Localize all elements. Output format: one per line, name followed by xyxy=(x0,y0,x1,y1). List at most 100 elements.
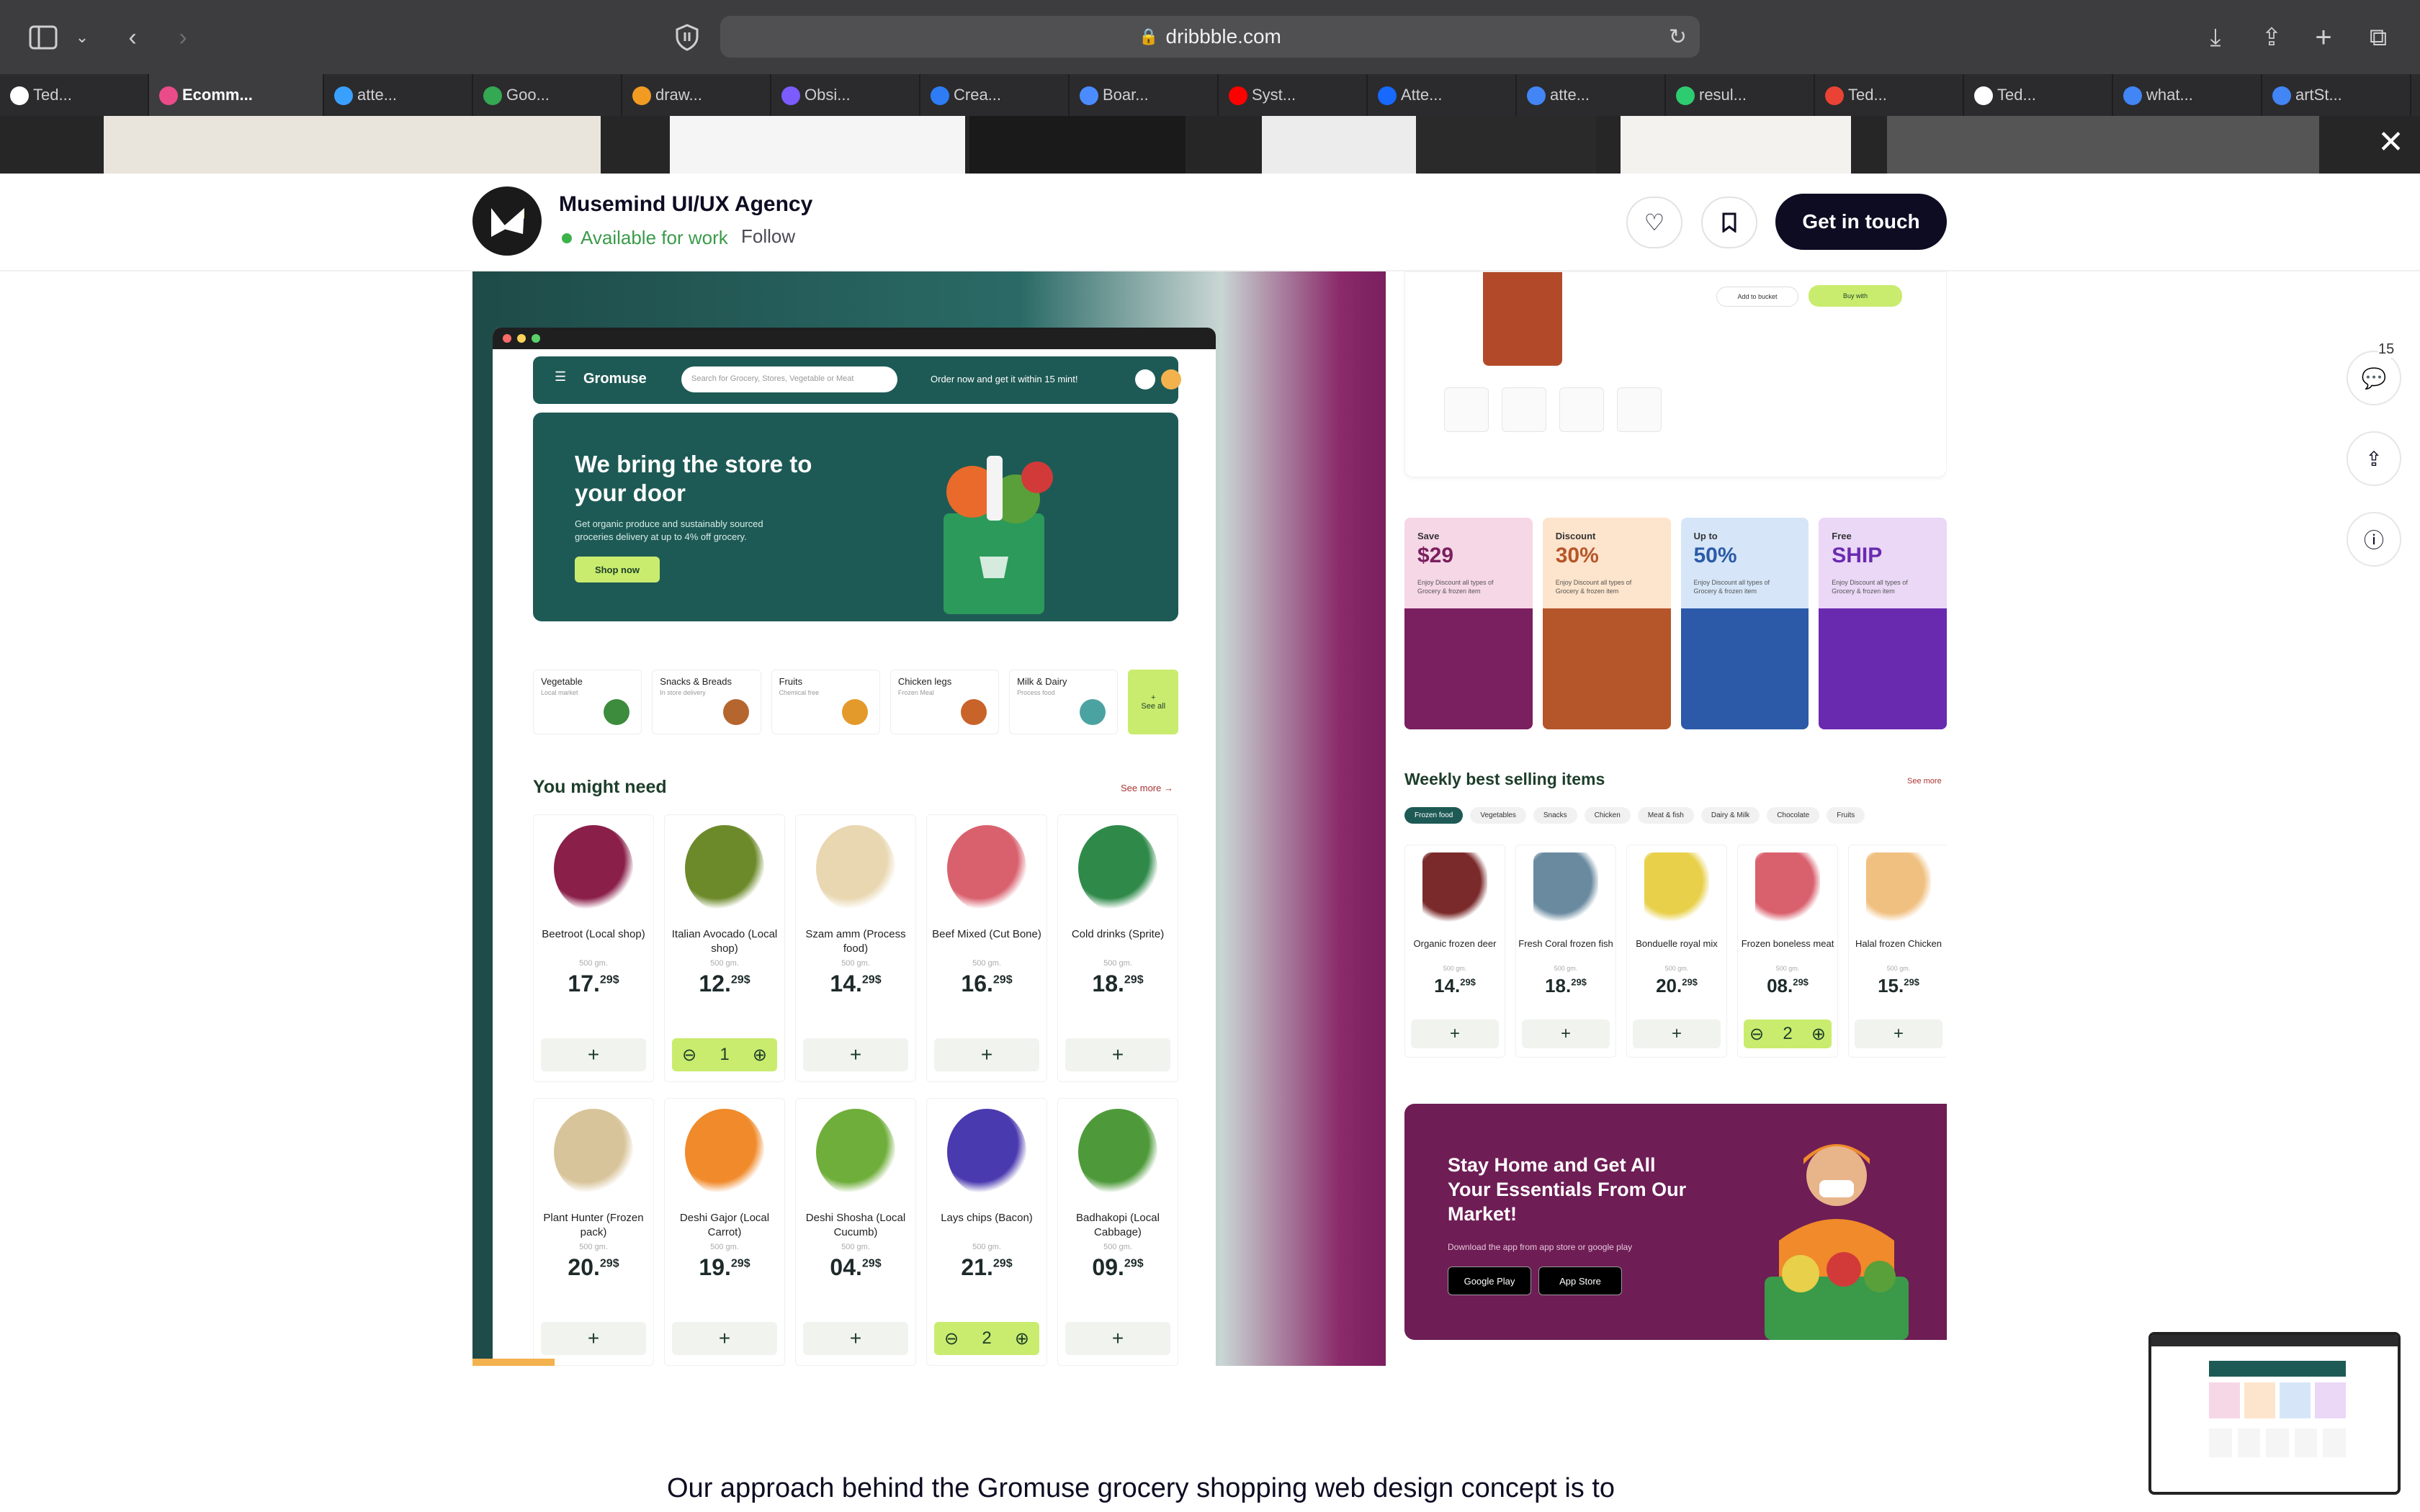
hero-text: Get organic produce and sustainably sour… xyxy=(575,518,763,542)
browser-tab[interactable]: Ted... xyxy=(1964,74,2113,116)
product-image xyxy=(1533,852,1598,924)
price-cents: 29$ xyxy=(992,973,1013,986)
product-card: Plant Hunter (Frozen pack) 500 gm. 20.29$ + xyxy=(533,1098,654,1366)
browser-tab[interactable]: atte... xyxy=(324,74,473,116)
category-sub: Process food xyxy=(1017,689,1055,696)
sidebar-toggle-icon[interactable] xyxy=(27,22,59,53)
share-icon[interactable]: ⇪ xyxy=(2256,22,2287,53)
product-price: 20.29$ xyxy=(534,1254,653,1281)
hero-banner: We bring the store to your door Get orga… xyxy=(533,413,1178,621)
product-name: Bonduelle royal mix xyxy=(1636,938,1718,949)
you-might-need-heading: You might need xyxy=(533,777,667,797)
product-name: Italian Avocado (Local shop) xyxy=(671,928,778,955)
tab-favicon-icon xyxy=(1080,86,1098,105)
comments-button[interactable]: 💬 xyxy=(2347,351,2401,405)
promo-desc: Enjoy Discount all types of Grocery & fr… xyxy=(1693,579,1770,595)
product-weight: 500 gm. xyxy=(841,959,870,968)
product-weight: 500 gm. xyxy=(841,1243,870,1251)
hero-title: We bring the store to your door xyxy=(575,451,812,506)
price-cents: 29$ xyxy=(599,973,619,986)
tab-favicon-icon xyxy=(1676,86,1695,105)
shield-icon[interactable] xyxy=(671,22,703,53)
add-button: + xyxy=(1411,1020,1499,1048)
menu-icon: ☰ xyxy=(555,369,567,384)
product-card: Badhakopi (Local Cabbage) 500 gm. 09.29$ + xyxy=(1057,1098,1178,1366)
browser-tab[interactable]: Obsi... xyxy=(771,74,920,116)
carousel-progress xyxy=(472,1359,555,1366)
product-card: Szam amm (Process food) 500 gm. 14.29$ + xyxy=(795,814,916,1082)
product-weight: 500 gm. xyxy=(579,959,608,968)
product-image xyxy=(816,1109,895,1195)
browser-tab[interactable]: artSt... xyxy=(2262,74,2411,116)
like-button[interactable]: ♡ xyxy=(1626,197,1682,248)
avatar xyxy=(1161,369,1181,390)
thumbnail-preview[interactable] xyxy=(2148,1332,2401,1495)
browser-tab[interactable]: Ecomm... xyxy=(149,74,324,116)
browser-tab[interactable]: Boar... xyxy=(1070,74,1219,116)
tab-label: Ted... xyxy=(1997,86,2036,104)
browser-tab[interactable]: Ted... xyxy=(1815,74,1964,116)
price-main: 20. xyxy=(568,1254,600,1280)
share-button[interactable]: ⇪ xyxy=(2347,431,2401,486)
product-card: Lays chips (Bacon) 500 gm. 21.29$ ⊖ 2 ⊕ xyxy=(926,1098,1047,1366)
browser-tab[interactable]: Atte... xyxy=(1368,74,1517,116)
product-image xyxy=(554,825,633,912)
plus-icon: ⊕ xyxy=(1014,1328,1029,1349)
plus-icon: + xyxy=(718,1327,731,1349)
product-weight: 500 gm. xyxy=(1103,1243,1132,1251)
chevron-down-icon[interactable]: ⌄ xyxy=(66,22,98,53)
promo-label: Save xyxy=(1417,531,1440,541)
save-button[interactable] xyxy=(1701,197,1757,248)
browser-tab[interactable]: Crea... xyxy=(920,74,1070,116)
new-tab-icon[interactable]: + xyxy=(2308,22,2339,53)
weekly-heading: Weekly best selling items xyxy=(1404,770,1605,788)
browser-tab[interactable]: what... xyxy=(2113,74,2262,116)
product-name: Deshi Shosha (Local Cucumb) xyxy=(805,1212,906,1238)
shop-now-button: Shop now xyxy=(575,557,660,582)
minus-icon: ⊖ xyxy=(944,1328,959,1349)
address-bar[interactable]: 🔒 dribbble.com ↻ xyxy=(720,16,1700,58)
studio-name[interactable]: Musemind UI/UX Agency xyxy=(559,192,812,217)
browser-tab[interactable]: resul... xyxy=(1666,74,1815,116)
category-sub: Chemical free xyxy=(779,689,820,696)
price-cents: 29$ xyxy=(730,973,750,986)
get-in-touch-button[interactable]: Get in touch xyxy=(1775,194,1947,250)
browser-tab[interactable]: Ted... xyxy=(0,74,149,116)
filter-chip: Vegetables xyxy=(1470,807,1526,824)
details-button[interactable]: ⓘ xyxy=(2347,512,2401,567)
back-arrow-icon[interactable]: ‹ xyxy=(117,22,148,53)
product-weight: 500 gm. xyxy=(1886,965,1911,972)
product-weight: 500 gm. xyxy=(972,959,1001,968)
promo-product-image xyxy=(1404,608,1533,729)
follow-link[interactable]: Follow xyxy=(741,225,795,248)
plus-icon: + xyxy=(1150,693,1156,702)
category-image xyxy=(722,699,749,725)
promo-card: Discount 30% Enjoy Discount all types of G… xyxy=(1542,518,1671,729)
tab-favicon-icon xyxy=(10,86,29,105)
product-name: Szam amm (Process food) xyxy=(805,928,906,955)
filter-chip: Frozen food xyxy=(1404,807,1464,824)
tab-bar: Ted... Ecomm... atte... Goo... draw... Obsi..… xyxy=(0,74,2420,116)
category-image xyxy=(841,699,868,725)
forward-arrow-icon[interactable]: › xyxy=(167,22,199,53)
download-icon[interactable]: ⤓ xyxy=(2200,22,2231,53)
browser-tab[interactable]: draw... xyxy=(622,74,771,116)
quantity-value: 2 xyxy=(982,1328,992,1348)
tab-overview-icon[interactable]: ⧉ xyxy=(2362,22,2394,53)
browser-tab[interactable]: Syst... xyxy=(1219,74,1368,116)
studio-avatar[interactable] xyxy=(472,186,542,256)
product-price: 14.29$ xyxy=(1405,975,1505,997)
tab-label: Crea... xyxy=(954,86,1002,104)
browser-tab[interactable]: atte... xyxy=(1517,74,1666,116)
product-price: 21.29$ xyxy=(927,1254,1047,1281)
price-cents: 29$ xyxy=(1124,1257,1144,1270)
lock-icon: 🔒 xyxy=(1139,27,1159,45)
product-weight: 500 gm. xyxy=(1664,965,1689,972)
product-name: Organic frozen deer xyxy=(1413,938,1497,949)
bookmark-icon xyxy=(1722,212,1736,233)
info-icon: ⓘ xyxy=(2363,529,2384,552)
reload-icon[interactable]: ↻ xyxy=(1669,24,1687,50)
browser-tab[interactable]: Goo... xyxy=(473,74,622,116)
tab-favicon-icon xyxy=(1527,86,1546,105)
close-icon[interactable]: ✕ xyxy=(2378,127,2404,158)
